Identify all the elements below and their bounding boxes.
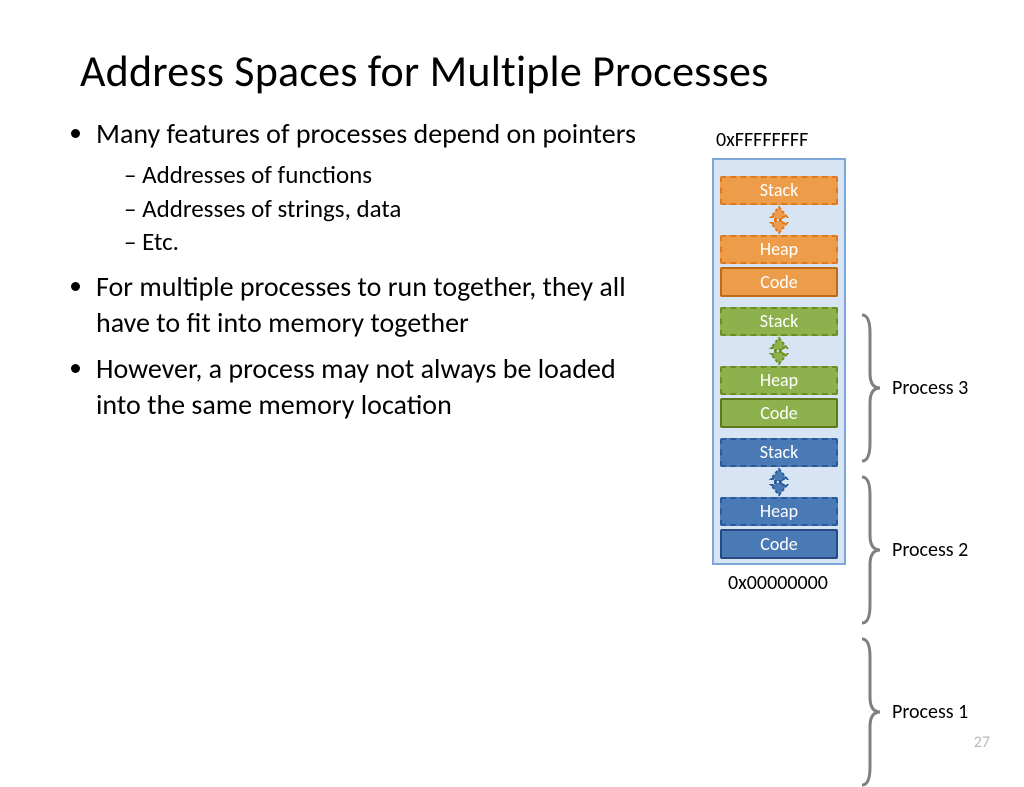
process-3-label: Process 3 — [892, 376, 968, 400]
grow-arrows-icon — [720, 336, 838, 366]
subbullet-1b: Addresses of strings, data — [124, 192, 640, 226]
heap-segment: Heap — [720, 497, 838, 526]
grow-arrows-icon — [720, 467, 838, 497]
heap-segment: Heap — [720, 235, 838, 264]
process-2-block: Stack Heap Code — [720, 307, 838, 428]
stack-segment: Stack — [720, 438, 838, 467]
memory-diagram: 0xFFFFFFFF Stack Heap Code Stack — [698, 128, 998, 595]
bullet-text: Many features of processes depend on poi… — [70, 116, 640, 432]
bullet-1-text: Many features of processes depend on poi… — [96, 116, 636, 151]
process-3-block: Stack Heap Code — [720, 176, 838, 297]
page-number: 27 — [974, 733, 990, 752]
code-segment: Code — [720, 267, 838, 297]
code-segment: Code — [720, 529, 838, 559]
subbullet-1a: Addresses of functions — [124, 158, 640, 192]
stack-segment: Stack — [720, 307, 838, 336]
subbullet-1c: Etc. — [124, 225, 640, 259]
process-1-block: Stack Heap Code — [720, 438, 838, 559]
slide-title: Address Spaces for Multiple Processes — [80, 44, 974, 98]
heap-segment: Heap — [720, 366, 838, 395]
bullet-1: Many features of processes depend on poi… — [96, 116, 640, 259]
process-1-label: Process 1 — [892, 700, 968, 724]
bullet-3: However, a process may not always be loa… — [96, 351, 640, 423]
memory-column: Stack Heap Code Stack Heap Code — [712, 158, 846, 565]
brace-process-3: Process 3 — [860, 313, 968, 463]
code-segment: Code — [720, 398, 838, 428]
brace-process-2: Process 2 — [860, 475, 968, 625]
process-2-label: Process 2 — [892, 538, 968, 562]
bullet-2: For multiple processes to run together, … — [96, 269, 640, 341]
addr-top: 0xFFFFFFFF — [716, 128, 998, 152]
brace-process-1: Process 1 — [860, 637, 968, 787]
grow-arrows-icon — [720, 205, 838, 235]
stack-segment: Stack — [720, 176, 838, 205]
